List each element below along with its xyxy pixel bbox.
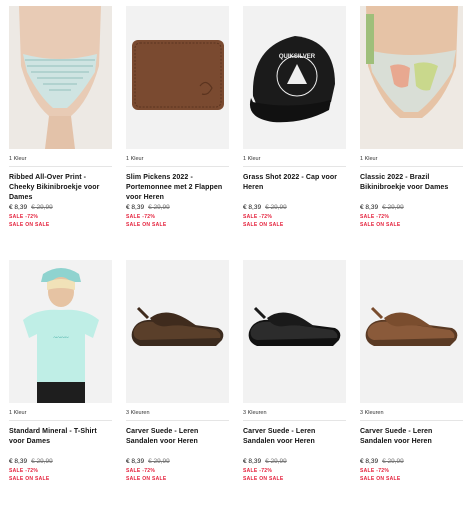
product-grid: 1 Kleur Ribbed All-Over Print - Cheeky B… <box>9 6 463 506</box>
divider <box>126 420 229 421</box>
product-image[interactable] <box>243 260 346 403</box>
price-row: € 8,39 € 29,99 <box>360 457 463 467</box>
price-row: € 8,39 € 29,99 <box>126 457 229 467</box>
color-count: 3 Kleuren <box>360 410 384 416</box>
divider <box>360 166 463 167</box>
product-card[interactable]: ~~~~ 1 Kleur Standard Mineral - T-Shirt … <box>9 260 112 506</box>
current-price: € 8,39 <box>126 204 145 211</box>
price-row: € 8,39 € 29,99 <box>9 457 112 467</box>
color-count: 3 Kleuren <box>243 410 267 416</box>
discount-label: SALE -72% <box>9 214 39 220</box>
divider <box>9 420 112 421</box>
product-name[interactable]: Standard Mineral - T-Shirt voor Dames <box>9 427 112 457</box>
sale-badge: SALE ON SALE <box>126 476 167 482</box>
color-count: 1 Kleur <box>360 156 378 162</box>
divider <box>9 166 112 167</box>
sale-badge: SALE ON SALE <box>9 476 50 482</box>
bikini-bottom-image <box>360 6 463 149</box>
current-price: € 8,39 <box>360 204 379 211</box>
product-name[interactable]: Ribbed All-Over Print - Cheeky Bikinibro… <box>9 173 112 203</box>
original-price: € 29,99 <box>382 458 404 465</box>
divider <box>126 166 229 167</box>
sandal-image <box>360 260 463 403</box>
product-name[interactable]: Classic 2022 - Brazil Bikinibroekje voor… <box>360 173 463 203</box>
discount-label: SALE -72% <box>9 468 39 474</box>
product-image[interactable]: ~~~~ <box>9 260 112 403</box>
bikini-bottom-image <box>9 6 112 149</box>
original-price: € 29,99 <box>382 204 404 211</box>
original-price: € 29,99 <box>265 458 287 465</box>
sale-badge: SALE ON SALE <box>9 222 50 228</box>
discount-label: SALE -72% <box>360 214 390 220</box>
current-price: € 8,39 <box>243 458 262 465</box>
sale-badge: SALE ON SALE <box>360 222 401 228</box>
product-card[interactable]: 1 Kleur Slim Pickens 2022 - Portemonnee … <box>126 6 229 252</box>
original-price: € 29,99 <box>148 204 170 211</box>
original-price: € 29,99 <box>31 458 53 465</box>
sandal-image <box>126 260 229 403</box>
product-image[interactable] <box>360 6 463 149</box>
sale-badge: SALE ON SALE <box>243 476 284 482</box>
sale-badge: SALE ON SALE <box>360 476 401 482</box>
discount-label: SALE -72% <box>126 214 156 220</box>
discount-label: SALE -72% <box>126 468 156 474</box>
product-name[interactable]: Grass Shot 2022 - Cap voor Heren <box>243 173 346 203</box>
product-image[interactable] <box>360 260 463 403</box>
price-row: € 8,39 € 29,99 <box>243 457 346 467</box>
color-count: 1 Kleur <box>126 156 144 162</box>
product-card[interactable]: 1 Kleur Ribbed All-Over Print - Cheeky B… <box>9 6 112 252</box>
price-row: € 8,39 € 29,99 <box>360 203 463 213</box>
color-count: 1 Kleur <box>243 156 261 162</box>
cap-image: QUIKSILVER <box>243 6 346 149</box>
wallet-image <box>126 6 229 149</box>
product-name[interactable]: Slim Pickens 2022 - Portemonnee met 2 Fl… <box>126 173 229 203</box>
divider <box>243 420 346 421</box>
color-count: 1 Kleur <box>9 410 27 416</box>
product-card[interactable]: 3 Kleuren Carver Suede - Leren Sandalen … <box>126 260 229 506</box>
price-row: € 8,39 € 29,99 <box>9 203 112 213</box>
current-price: € 8,39 <box>360 458 379 465</box>
original-price: € 29,99 <box>265 204 287 211</box>
product-card[interactable]: QUIKSILVER 1 Kleur Grass Shot 2022 - Cap… <box>243 6 346 252</box>
sale-badge: SALE ON SALE <box>243 222 284 228</box>
discount-label: SALE -72% <box>243 468 273 474</box>
product-name[interactable]: Carver Suede - Leren Sandalen voor Heren <box>360 427 463 457</box>
color-count: 1 Kleur <box>9 156 27 162</box>
discount-label: SALE -72% <box>360 468 390 474</box>
product-image[interactable] <box>9 6 112 149</box>
product-card[interactable]: 3 Kleuren Carver Suede - Leren Sandalen … <box>243 260 346 506</box>
divider <box>360 420 463 421</box>
sale-badge: SALE ON SALE <box>126 222 167 228</box>
cap-logo-text: QUIKSILVER <box>279 54 316 60</box>
product-image[interactable] <box>126 6 229 149</box>
tshirt-model-image: ~~~~ <box>9 260 112 403</box>
current-price: € 8,39 <box>9 458 28 465</box>
original-price: € 29,99 <box>31 204 53 211</box>
price-row: € 8,39 € 29,99 <box>126 203 229 213</box>
price-row: € 8,39 € 29,99 <box>243 203 346 213</box>
color-count: 3 Kleuren <box>126 410 150 416</box>
current-price: € 8,39 <box>9 204 28 211</box>
product-name[interactable]: Carver Suede - Leren Sandalen voor Heren <box>126 427 229 457</box>
product-card[interactable]: 3 Kleuren Carver Suede - Leren Sandalen … <box>360 260 463 506</box>
original-price: € 29,99 <box>148 458 170 465</box>
product-name[interactable]: Carver Suede - Leren Sandalen voor Heren <box>243 427 346 457</box>
product-image[interactable] <box>126 260 229 403</box>
product-card[interactable]: 1 Kleur Classic 2022 - Brazil Bikinibroe… <box>360 6 463 252</box>
product-image[interactable]: QUIKSILVER <box>243 6 346 149</box>
divider <box>243 166 346 167</box>
current-price: € 8,39 <box>243 204 262 211</box>
svg-text:~~~~: ~~~~ <box>53 334 68 342</box>
discount-label: SALE -72% <box>243 214 273 220</box>
sandal-image <box>243 260 346 403</box>
current-price: € 8,39 <box>126 458 145 465</box>
